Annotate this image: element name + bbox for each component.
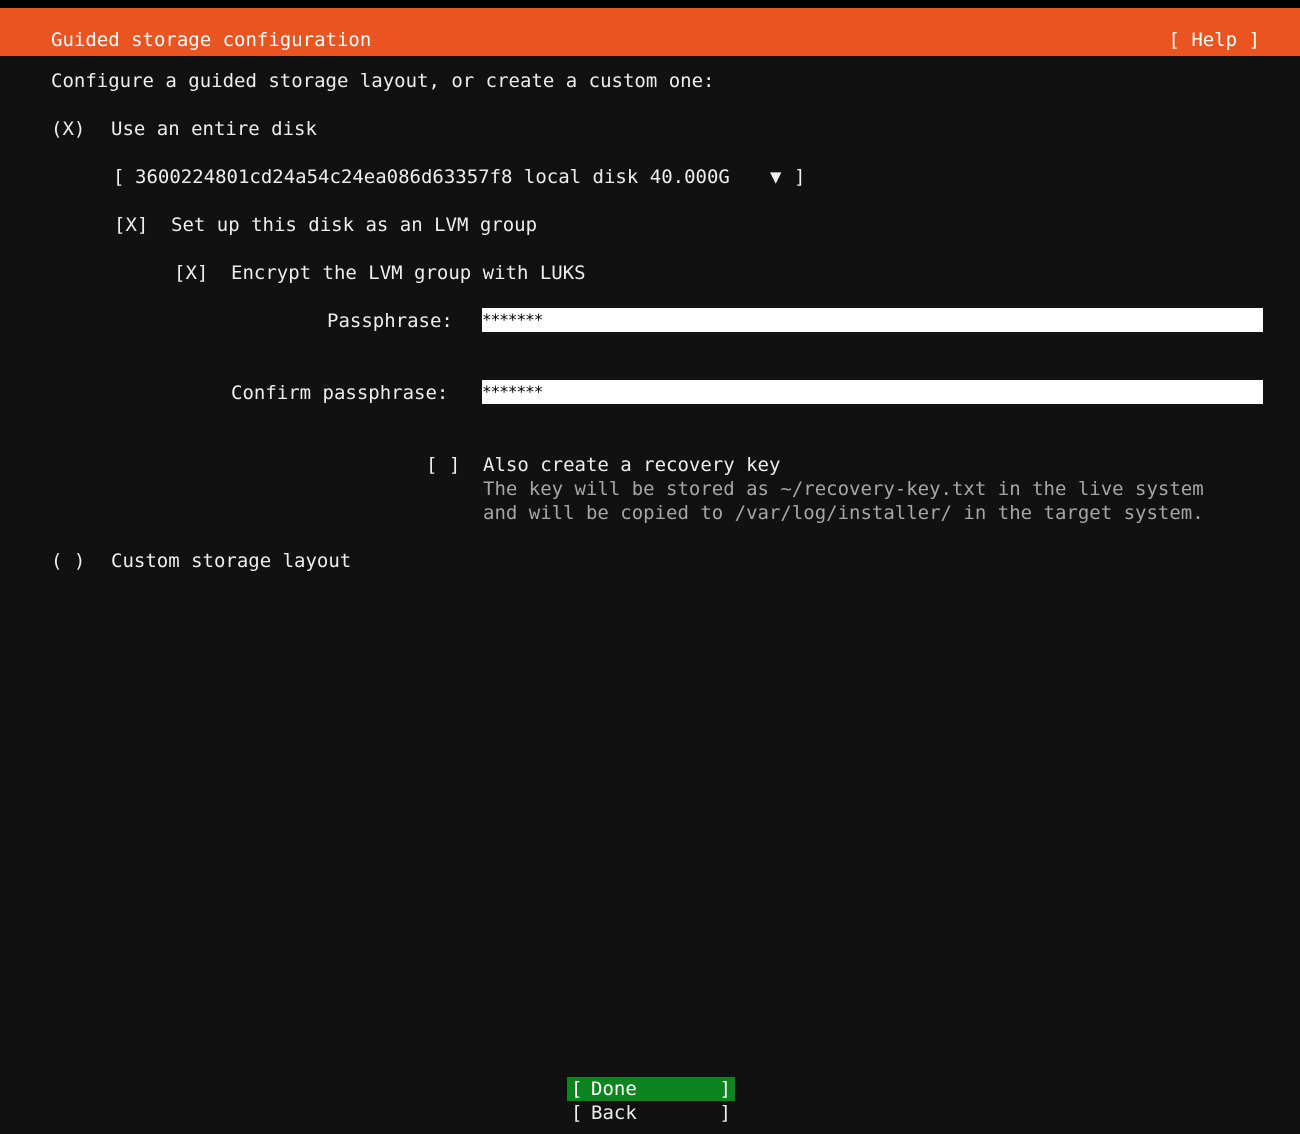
disk-select-open-bracket: [ [113,166,125,188]
luks-checkbox[interactable]: [X] [174,261,208,285]
luks-option[interactable]: [X] Encrypt the LVM group with LUKS [0,262,1300,660]
page-title: Guided storage configuration [51,29,372,51]
passphrase-label: Passphrase: [327,310,453,332]
back-label: Back [591,1102,637,1124]
done-open-bracket: [ [571,1078,583,1100]
recovery-key-option[interactable]: [ ] Also create a recovery key [0,454,1300,902]
disk-select-value: 3600224801cd24a54c24ea086d63357f8 local … [135,166,730,188]
back-open-bracket: [ [571,1102,583,1124]
disk-select-close-bracket: ] [794,166,806,188]
done-button[interactable]: [ Done ] [567,1077,735,1101]
confirm-passphrase-input[interactable]: ******* [482,380,1263,404]
passphrase-input[interactable]: ******* [482,308,1263,332]
recovery-key-help-line2: and will be copied to /var/log/installer… [483,502,1204,524]
custom-layout-radio[interactable]: ( ) [51,549,85,573]
top-border [0,0,1300,8]
recovery-key-checkbox[interactable]: [ ] [426,453,460,477]
intro-text: Configure a guided storage layout, or cr… [51,70,715,92]
help-button[interactable]: [ Help ] [1168,28,1260,52]
custom-layout-label: Custom storage layout [111,550,352,572]
header-bar: Guided storage configuration [ Help ] [0,8,1300,56]
back-button[interactable]: [ Back ] [567,1101,735,1125]
custom-layout-option[interactable]: ( ) Custom storage layout [0,550,1300,1056]
done-close-bracket: ] [719,1078,731,1100]
luks-label: Encrypt the LVM group with LUKS [231,262,586,284]
lvm-checkbox[interactable]: [X] [114,213,148,237]
entire-disk-label: Use an entire disk [111,118,317,140]
lvm-label: Set up this disk as an LVM group [171,214,538,236]
back-close-bracket: ] [719,1102,731,1124]
recovery-key-label: Also create a recovery key [483,454,781,476]
recovery-key-help-line1: The key will be stored as ~/recovery-key… [483,478,1204,500]
done-label: Done [591,1078,637,1100]
chevron-down-icon: ▼ [770,166,782,188]
confirm-passphrase-label: Confirm passphrase: [231,382,449,404]
entire-disk-radio[interactable]: (X) [51,117,85,141]
